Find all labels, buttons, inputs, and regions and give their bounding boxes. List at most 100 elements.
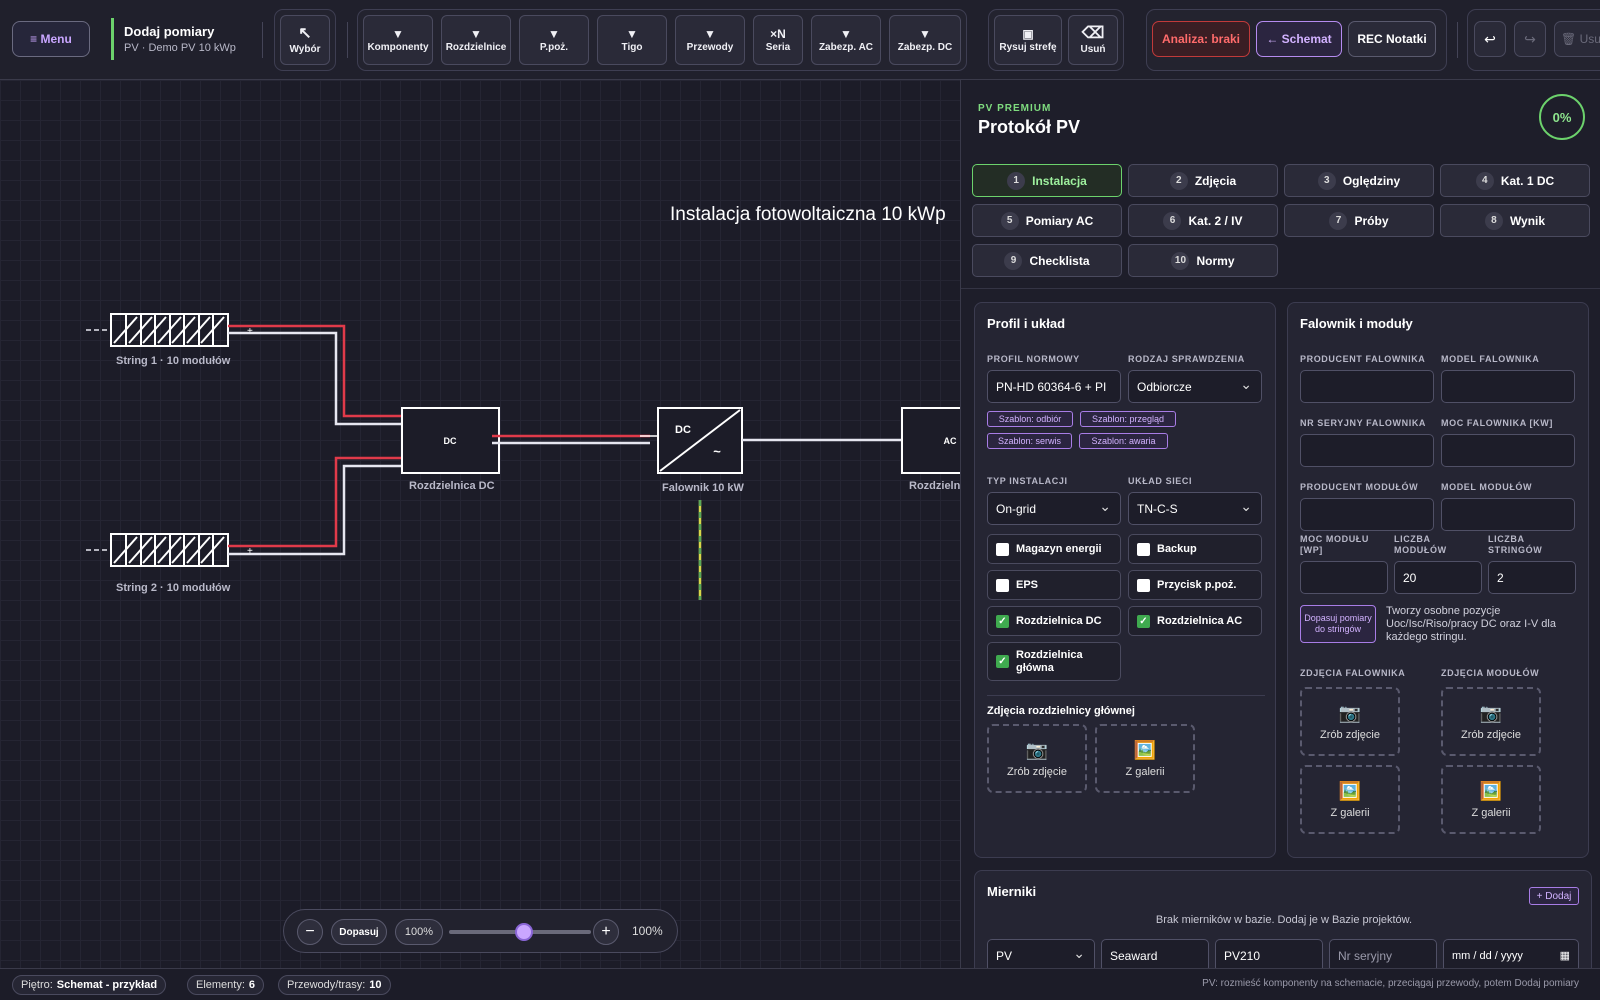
- status-hint: PV: rozmieść komponenty na schemacie, pr…: [1202, 978, 1579, 989]
- inverter-serial-input[interactable]: [1300, 434, 1434, 467]
- meter-serial-input[interactable]: Nr seryjny: [1329, 939, 1437, 968]
- wire-negative[interactable]: [228, 331, 402, 426]
- status-bar: Piętro: Schemat - przykład Elementy: 6 Prz…: [0, 968, 1600, 1000]
- analysis-missing-button[interactable]: Analiza: braki: [1152, 21, 1250, 57]
- zoom-fit-button[interactable]: Dopasuj: [331, 919, 387, 945]
- tab-checklista[interactable]: 9 Checklista: [972, 244, 1122, 277]
- dc-switchboard-checkbox[interactable]: ✓ Rozdzielnica DC: [987, 606, 1121, 636]
- main-switchboard-photos-title: Zdjęcia rozdzielnicy głównej: [987, 705, 1135, 717]
- module-maker-label: PRODUCENT MODUŁÓW: [1300, 482, 1419, 492]
- module-count-input[interactable]: 20: [1394, 561, 1482, 594]
- modules-take-photo-button[interactable]: 📷 Zrób zdjęcie: [1441, 687, 1541, 756]
- inverter-maker-input[interactable]: [1300, 370, 1434, 403]
- pv-string-2[interactable]: +: [86, 533, 253, 567]
- caret-down-icon: ▼: [470, 26, 482, 41]
- template-acceptance-button[interactable]: Szablon: odbiór: [987, 411, 1073, 427]
- inverter-gallery-button[interactable]: 🖼️ Z galerii: [1300, 765, 1400, 834]
- template-failure-button[interactable]: Szablon: awaria: [1079, 433, 1168, 449]
- schema-button[interactable]: ← Schemat: [1256, 21, 1342, 57]
- meters-title: Mierniki: [987, 884, 1037, 899]
- trash-button[interactable]: 🗑 Usu: [1554, 21, 1600, 57]
- diagram-title: Instalacja fotowoltaiczna 10 kWp: [670, 204, 946, 225]
- tab-kat1-dc[interactable]: 4 Kat. 1 DC: [1440, 164, 1590, 197]
- checkbox-icon: [1137, 578, 1150, 592]
- add-meter-button[interactable]: + Dodaj: [1529, 887, 1579, 905]
- gallery-button[interactable]: 🖼️ Z galerii: [1095, 724, 1195, 793]
- undo-button[interactable]: ↩: [1474, 21, 1506, 57]
- pv-string-1[interactable]: +: [86, 313, 253, 347]
- module-power-input[interactable]: [1300, 561, 1388, 594]
- fire-button-checkbox[interactable]: Przycisk p.poż.: [1128, 570, 1262, 600]
- module-model-input[interactable]: [1441, 498, 1575, 531]
- components-dropdown-button[interactable]: ▼ Komponenty: [363, 15, 433, 65]
- install-type-select[interactable]: On-grid: [987, 492, 1121, 525]
- inverter-card-title: Falownik i moduły: [1300, 316, 1413, 331]
- elements-count: Elementy: 6: [187, 975, 265, 995]
- wire-positive[interactable]: [228, 324, 402, 418]
- fire-protection-dropdown-button[interactable]: ▼ P.poż.: [519, 15, 589, 65]
- ac-box-text: AC: [944, 436, 957, 446]
- ac-protection-dropdown-button[interactable]: ▼ Zabezp. AC: [811, 15, 881, 65]
- panel-title: Protokół PV: [978, 117, 1081, 137]
- meter-type-select[interactable]: PV: [987, 939, 1095, 968]
- delete-button[interactable]: ⌫ Usuń: [1068, 15, 1118, 65]
- wire-positive[interactable]: [228, 456, 402, 548]
- caret-down-icon: ▼: [704, 26, 716, 41]
- tab-kat2-iv[interactable]: 6 Kat. 2 / IV: [1128, 204, 1278, 237]
- string-count-label: LICZBA STRINGÓW: [1488, 534, 1543, 555]
- dc-protection-dropdown-button[interactable]: ▼ Zabezp. DC: [889, 15, 961, 65]
- main-switchboard-checkbox[interactable]: ✓ Rozdzielnica główna: [987, 642, 1121, 681]
- schematic-canvas[interactable]: + + DC DC ~ AC Instalacja fotowoltaiczna…: [0, 80, 960, 968]
- draw-zone-button[interactable]: ▣ Rysuj strefę: [994, 15, 1062, 65]
- meter-model-input[interactable]: PV210: [1215, 939, 1323, 968]
- tab-zdjecia[interactable]: 2 Zdjęcia: [1128, 164, 1278, 197]
- wire-negative[interactable]: [228, 464, 402, 556]
- meter-date-input[interactable]: mm / dd / yyyy ▦: [1443, 939, 1579, 968]
- redo-button[interactable]: ↪: [1514, 21, 1546, 57]
- fit-measurements-button[interactable]: Dopasuj pomiary do stringów: [1300, 605, 1376, 643]
- plus-sign: +: [247, 546, 253, 557]
- zoom-out-button[interactable]: −: [297, 919, 323, 945]
- inverter-serial-label: NR SERYJNY FALOWNIKA: [1300, 418, 1427, 428]
- zoom-in-button[interactable]: +: [593, 919, 619, 945]
- tab-pomiary-ac[interactable]: 5 Pomiary AC: [972, 204, 1122, 237]
- series-button[interactable]: ×N Seria: [753, 15, 803, 65]
- menu-button[interactable]: ≡ Menu: [12, 21, 90, 57]
- inverter-ac-text: ~: [713, 444, 721, 459]
- module-photos-label: ZDJĘCIA MODUŁÓW: [1441, 668, 1540, 678]
- wires-dropdown-button[interactable]: ▼ Przewody: [675, 15, 745, 65]
- norm-profile-input[interactable]: PN-HD 60364-6 + PI: [987, 370, 1121, 403]
- string-count-input[interactable]: 2: [1488, 561, 1576, 594]
- grid-system-select[interactable]: TN-C-S: [1128, 492, 1262, 525]
- trash-icon: 🗑 Usu: [1561, 32, 1600, 46]
- tab-ogledziny[interactable]: 3 Oględziny: [1284, 164, 1434, 197]
- meter-maker-input[interactable]: Seaward: [1101, 939, 1209, 968]
- energy-storage-checkbox[interactable]: Magazyn energii: [987, 534, 1121, 564]
- tab-proby[interactable]: 7 Próby: [1284, 204, 1434, 237]
- select-tool-button[interactable]: ↖ Wybór: [280, 15, 330, 65]
- inverter-power-input[interactable]: [1441, 434, 1575, 467]
- tab-instalacja[interactable]: 1 Instalacja: [972, 164, 1122, 197]
- take-photo-button[interactable]: 📷 Zrób zdjęcie: [987, 724, 1087, 793]
- rec-notes-button[interactable]: REC Notatki: [1348, 21, 1436, 57]
- inverter-model-input[interactable]: [1441, 370, 1575, 403]
- module-maker-input[interactable]: [1300, 498, 1434, 531]
- inverter-power-label: MOC FALOWNIKA [KW]: [1441, 418, 1553, 428]
- modules-gallery-button[interactable]: 🖼️ Z galerii: [1441, 765, 1541, 834]
- floor-indicator[interactable]: Piętro: Schemat - przykład: [12, 975, 167, 995]
- template-service-button[interactable]: Szablon: serwis: [987, 433, 1072, 449]
- inverter-take-photo-button[interactable]: 📷 Zrób zdjęcie: [1300, 687, 1400, 756]
- backup-checkbox[interactable]: Backup: [1128, 534, 1262, 564]
- zoom-percent-button[interactable]: 100%: [395, 919, 443, 945]
- tab-wynik[interactable]: 8 Wynik: [1440, 204, 1590, 237]
- tab-normy[interactable]: 10 Normy: [1128, 244, 1278, 277]
- ac-switchboard-checkbox[interactable]: ✓ Rozdzielnica AC: [1128, 606, 1262, 636]
- check-type-select[interactable]: Odbiorcze: [1128, 370, 1262, 403]
- caret-down-icon: ▼: [919, 26, 931, 41]
- zoom-slider-thumb[interactable]: [515, 923, 533, 941]
- tigo-dropdown-button[interactable]: ▼ Tigo: [597, 15, 667, 65]
- template-review-button[interactable]: Szablon: przegląd: [1080, 411, 1176, 427]
- caret-down-icon: ▼: [548, 26, 560, 41]
- switchboards-dropdown-button[interactable]: ▼ Rozdzielnice: [441, 15, 511, 65]
- eps-checkbox[interactable]: EPS: [987, 570, 1121, 600]
